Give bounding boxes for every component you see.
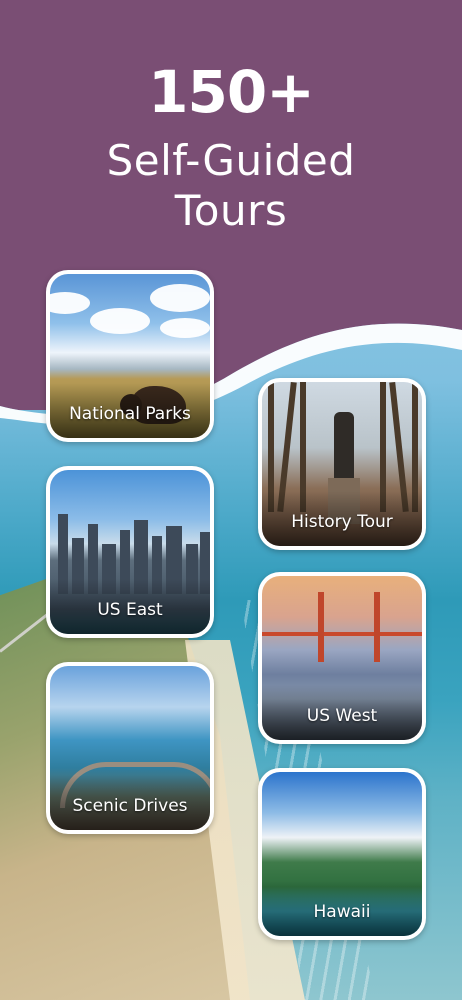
headline-line-1: Self-Guided xyxy=(106,136,356,185)
tour-count: 150+ xyxy=(148,58,315,126)
history-tour-photo: History Tour xyxy=(262,382,422,546)
bridge-icon xyxy=(262,632,422,636)
national-parks-photo: National Parks xyxy=(50,274,210,438)
card-scenic-drives[interactable]: Scenic Drives xyxy=(46,662,214,834)
card-hawaii[interactable]: Hawaii xyxy=(258,768,426,940)
us-east-photo: US East xyxy=(50,470,210,634)
card-label-national-parks: National Parks xyxy=(69,404,191,424)
card-national-parks[interactable]: National Parks xyxy=(46,270,214,442)
card-label-history-tour: History Tour xyxy=(291,512,393,532)
card-us-west[interactable]: US West xyxy=(258,572,426,744)
card-us-east[interactable]: US East xyxy=(46,466,214,638)
card-label-us-west: US West xyxy=(306,706,378,726)
card-label-scenic-drives: Scenic Drives xyxy=(72,796,188,816)
card-history-tour[interactable]: History Tour xyxy=(258,378,426,550)
us-west-photo: US West xyxy=(262,576,422,740)
headline-subtitle: Self-Guided Tours xyxy=(0,136,462,236)
scenic-drives-photo: Scenic Drives xyxy=(50,666,210,830)
statue-icon xyxy=(334,412,354,482)
hawaii-photo: Hawaii xyxy=(262,772,422,936)
headline-line-2: Tours xyxy=(174,186,288,235)
card-label-us-east: US East xyxy=(97,600,163,620)
card-label-hawaii: Hawaii xyxy=(313,902,371,922)
